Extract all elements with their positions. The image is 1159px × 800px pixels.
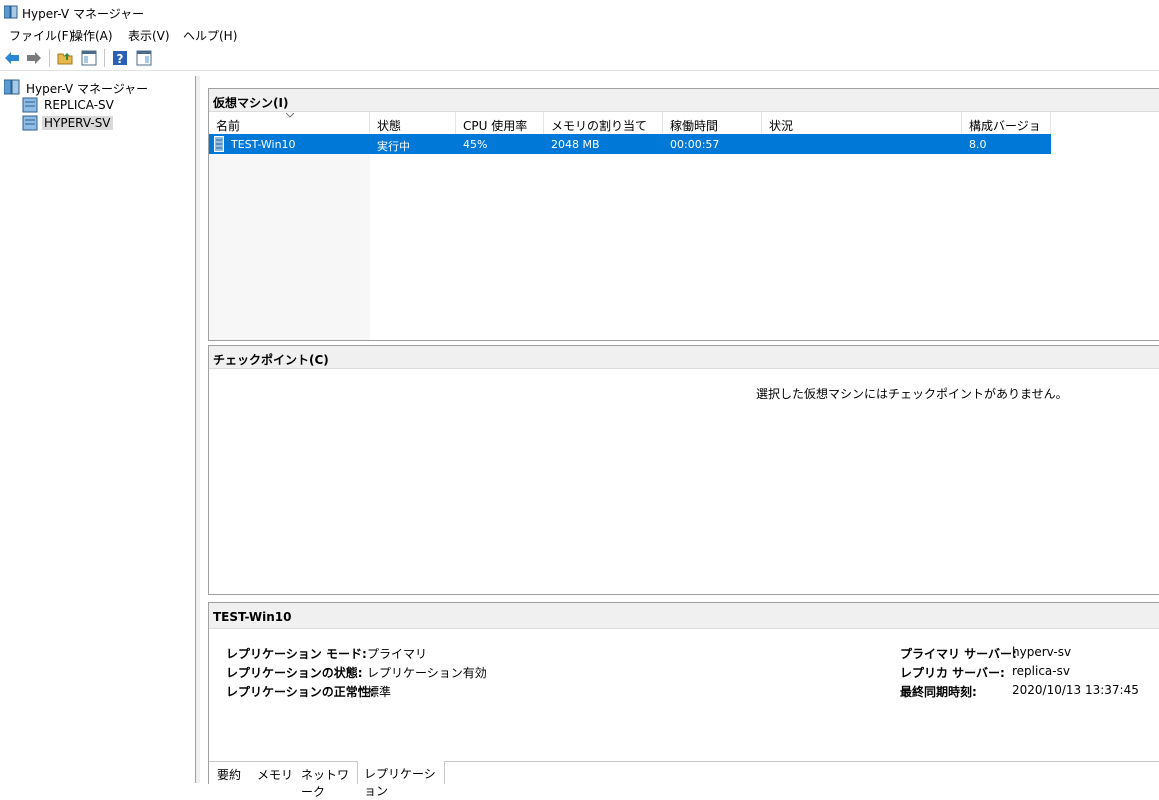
virtual-machines-panel: 仮想マシン(I) 名前 状態 CPU 使用率 メモリの割り当て 稼働時間 状況 … [208,88,1159,341]
menu-file[interactable]: ファイル(F) [9,27,73,44]
details-tabs: 要約 メモリ ネットワーク レプリケーション [209,761,1159,799]
hyperv-manager-icon [4,5,18,19]
toolbar-separator [49,49,50,67]
last-sync-label: 最終同期時刻: [900,685,977,699]
primary-server-label: プライマリ サーバー: [900,647,1017,661]
replication-state-value: レプリケーション有効 [367,666,487,680]
back-arrow-icon[interactable] [4,50,20,66]
server-icon [22,115,38,131]
vm-config-version: 8.0 [969,138,987,151]
last-sync-value: 2020/10/13 13:37:45 [1012,683,1139,697]
replication-state-label: レプリケーションの状態: [226,666,363,680]
server-icon [22,97,38,113]
replication-mode-label: レプリケーション モード: [226,647,367,661]
toolbar: ? [0,46,1159,71]
checkpoints-panel: チェックポイント(C) 選択した仮想マシンにはチェックポイントがありません。 [208,345,1159,595]
svg-text:?: ? [117,52,124,66]
menu-view[interactable]: 表示(V) [128,27,170,44]
checkpoint-empty-message: 選択した仮想マシンにはチェックポイントがありません。 [756,387,1068,401]
tab-network[interactable]: ネットワーク [295,762,357,799]
menu-help[interactable]: ヘルプ(H) [183,27,237,44]
replica-server-value: replica-sv [1012,664,1070,678]
vm-uptime: 00:00:57 [670,138,720,151]
panel-header: チェックポイント(C) [209,346,1159,369]
column-header-name[interactable]: 名前 [209,112,370,134]
menu-action[interactable]: 操作(A) [71,27,113,44]
action-pane-icon[interactable] [136,50,152,66]
tab-memory[interactable]: メモリ [251,762,295,784]
menu-bar: ファイル(F) 操作(A) 表示(V) ヘルプ(H) [0,24,1159,45]
vm-cpu: 45% [463,138,488,151]
tab-summary[interactable]: 要約 [211,762,247,784]
replication-mode-value: プライマリ [367,647,428,661]
tab-replication[interactable]: レプリケーション [357,761,445,798]
help-icon[interactable]: ? [112,50,128,66]
navigation-tree: Hyper-V マネージャー REPLICA-SV HYPERV-SV [0,76,196,783]
vm-list-header: 名前 状態 CPU 使用率 メモリの割り当て 稼働時間 状況 構成バージョン [209,112,1051,150]
vm-state: 実行中 [377,140,410,153]
forward-arrow-icon[interactable] [26,50,42,66]
vm-icon [214,136,224,152]
pane-splitter[interactable] [196,76,200,783]
column-header-config-version[interactable]: 構成バージョン [962,112,1051,150]
column-header-status[interactable]: 状況 [762,112,962,134]
panel-title: 仮想マシン(I) [213,96,289,110]
window-title: Hyper-V マネージャー [22,7,145,21]
vm-memory: 2048 MB [551,138,600,151]
replication-health-label: レプリケーションの正常性: [226,685,375,699]
panel-header: 仮想マシン(I) [209,89,1159,112]
hyperv-manager-icon [4,79,20,95]
sort-chevron-icon [286,113,294,118]
replica-server-label: レプリカ サーバー: [900,666,1005,680]
column-header-memory[interactable]: メモリの割り当て [544,112,663,134]
replication-health-value: 標準 [367,685,392,699]
tree-item-label: HYPERV-SV [42,116,113,130]
vm-name: TEST-Win10 [231,138,296,151]
tree-item-label: REPLICA-SV [44,98,114,112]
panel-title: TEST-Win10 [213,610,292,624]
tree-root-label: Hyper-V マネージャー [26,82,149,96]
show-hide-tree-icon[interactable] [81,50,97,66]
folder-up-icon[interactable] [57,50,73,66]
toolbar-separator [104,49,105,67]
name-column-background [209,134,370,340]
column-header-state[interactable]: 状態 [370,112,456,134]
vm-row-test-win10[interactable]: TEST-Win10 実行中 45% 2048 MB 00:00:57 8.0 [209,134,1051,154]
panel-header: TEST-Win10 [209,603,1159,629]
primary-server-value: hyperv-sv [1012,645,1072,659]
column-header-uptime[interactable]: 稼働時間 [663,112,762,134]
details-panel: TEST-Win10 レプリケーション モード: プライマリ レプリケーションの… [208,602,1159,799]
panel-title: チェックポイント(C) [213,353,329,367]
column-header-cpu[interactable]: CPU 使用率 [456,112,544,134]
title-bar: Hyper-V マネージャー [0,0,1159,24]
